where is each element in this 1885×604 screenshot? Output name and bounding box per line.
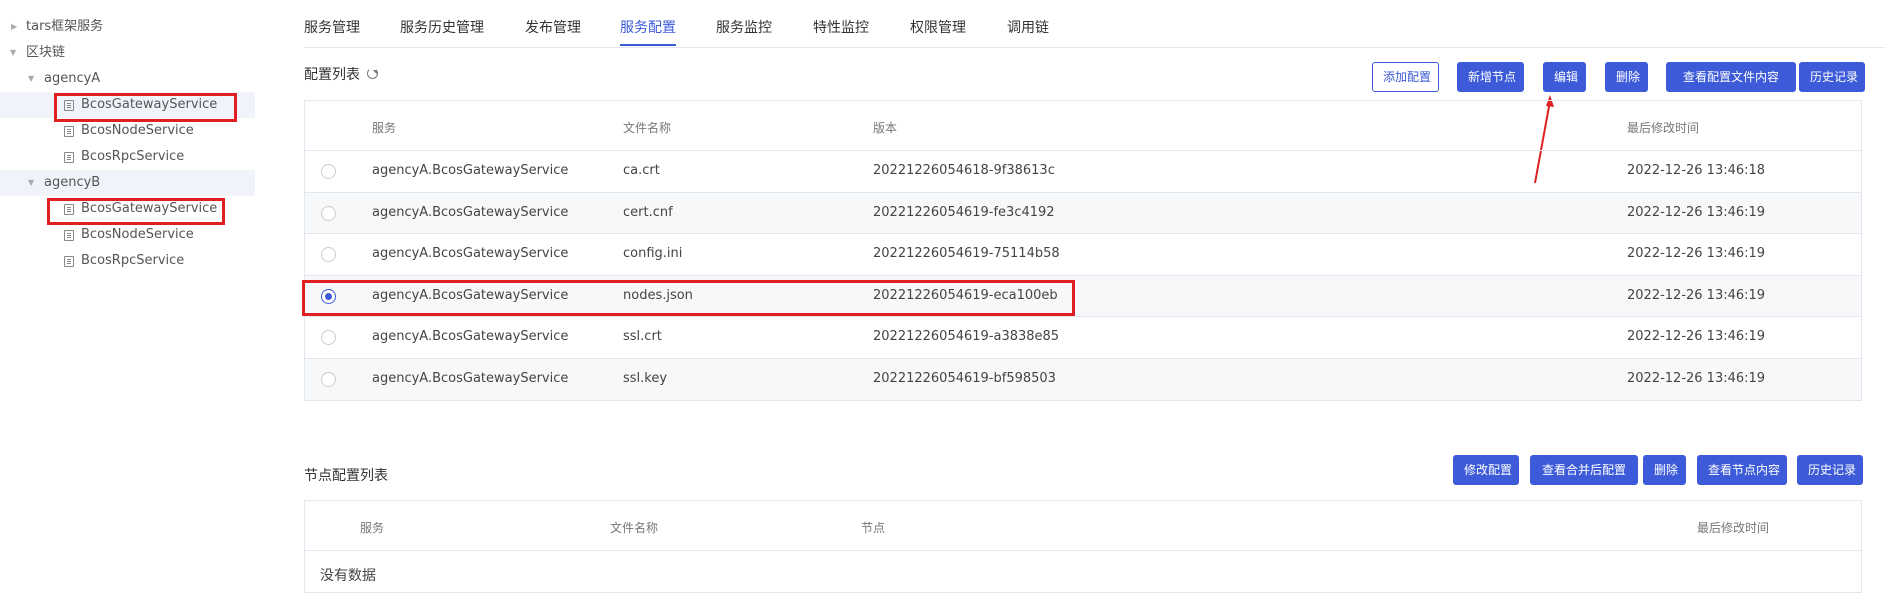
refresh-icon[interactable]: [367, 68, 378, 79]
tree-node-agencyB[interactable]: ▼ agencyB: [0, 170, 255, 196]
table-row[interactable]: agencyA.BcosGatewayService ssl.crt 2022122…: [305, 317, 1861, 359]
tree-leaf-agencyB-rpc[interactable]: BcosRpcService: [0, 248, 255, 274]
cell-service: agencyA.BcosGatewayService: [372, 163, 569, 178]
table-row[interactable]: agencyA.BcosGatewayService ca.crt 20221226…: [305, 151, 1861, 193]
cell-modified: 2022-12-26 13:46:19: [1627, 287, 1766, 303]
highlight-box: [47, 198, 225, 225]
cell-service: agencyA.BcosGatewayService: [372, 204, 569, 220]
tab-release-management[interactable]: 发布管理: [525, 17, 581, 37]
view-config-content-button[interactable]: 查看配置文件内容: [1666, 62, 1796, 92]
column-header-node: 节点: [861, 521, 886, 535]
cell-filename: cert.cnf: [623, 204, 673, 220]
view-merged-config-button[interactable]: 查看合并后配置: [1530, 455, 1638, 485]
file-icon: [64, 152, 74, 163]
highlight-box: [54, 93, 237, 122]
delete-button[interactable]: 删除: [1605, 62, 1648, 92]
cell-version: 20221226054619-bf598503: [873, 370, 1056, 386]
caret-down-icon: ▼: [28, 178, 35, 187]
caret-down-icon: ▼: [28, 74, 35, 83]
file-icon: [64, 126, 74, 137]
column-header-modified: 最后修改时间: [1627, 121, 1700, 135]
tab-service-history[interactable]: 服务历史管理: [400, 17, 484, 37]
cell-filename: config.ini: [623, 246, 683, 261]
caret-right-icon: ▶: [11, 22, 18, 31]
cell-version: 20221226054619-a3838e85: [873, 329, 1060, 344]
cell-service: agencyA.BcosGatewayService: [372, 329, 569, 344]
cell-modified: 2022-12-26 13:46:19: [1627, 204, 1766, 220]
cell-modified: 2022-12-26 13:46:18: [1627, 163, 1766, 178]
caret-down-icon: ▼: [10, 48, 17, 57]
tab-service-monitor[interactable]: 服务监控: [716, 17, 772, 37]
tree-label: 区块链: [26, 45, 66, 60]
view-node-content-button[interactable]: 查看节点内容: [1697, 455, 1787, 485]
empty-row: 没有数据: [305, 551, 1861, 592]
tab-service-management[interactable]: 服务管理: [304, 17, 360, 37]
active-tab-indicator: [620, 44, 676, 46]
tree-label: BcosRpcService: [81, 149, 185, 164]
tab-service-config[interactable]: 服务配置: [620, 17, 676, 37]
history-button[interactable]: 历史记录: [1799, 62, 1865, 92]
tree-label: BcosNodeService: [81, 227, 194, 242]
tab-bar: 服务管理 服务历史管理 发布管理 服务配置 服务监控 特性监控 权限管理 调用链: [304, 0, 1885, 48]
tree-label: BcosRpcService: [81, 253, 185, 268]
highlight-box: [302, 280, 1075, 316]
node-config-list-title: 节点配置列表: [304, 468, 388, 484]
tab-permission-management[interactable]: 权限管理: [910, 17, 966, 37]
file-icon: [64, 256, 74, 267]
config-list-title: 配置列表: [304, 67, 360, 83]
tree-leaf-agencyA-rpc[interactable]: BcosRpcService: [0, 144, 255, 170]
add-config-button[interactable]: 添加配置: [1372, 62, 1439, 92]
tree-node-tars[interactable]: ▶ tars框架服务: [0, 14, 255, 40]
table-header: 服务 文件名称 节点 最后修改时间: [305, 501, 1861, 551]
table-row[interactable]: agencyA.BcosGatewayService cert.cnf 202212…: [305, 192, 1861, 234]
tree-label: agencyB: [44, 175, 101, 190]
cell-filename: ca.crt: [623, 163, 660, 178]
cell-filename: ssl.key: [623, 370, 668, 386]
node-history-button[interactable]: 历史记录: [1797, 455, 1863, 485]
empty-message: 没有数据: [320, 568, 376, 584]
column-header-filename: 文件名称: [623, 121, 672, 135]
add-node-button[interactable]: 新增节点: [1457, 62, 1524, 92]
tab-call-chain[interactable]: 调用链: [1007, 17, 1049, 37]
tree-label: agencyA: [44, 71, 101, 86]
row-radio[interactable]: [321, 164, 336, 179]
cell-service: agencyA.BcosGatewayService: [372, 370, 569, 386]
tree-leaf-agencyB-node[interactable]: BcosNodeService: [0, 222, 255, 248]
service-tree: ▶ tars框架服务 ▼ 区块链 ▼ agencyA BcosGatewaySe…: [0, 14, 255, 274]
cell-version: 20221226054618-9f38613c: [873, 163, 1055, 178]
column-header-modified: 最后修改时间: [1697, 521, 1770, 535]
row-radio[interactable]: [321, 371, 336, 387]
table-row[interactable]: agencyA.BcosGatewayService config.ini 2022…: [305, 234, 1861, 276]
delete-node-config-button[interactable]: 删除: [1643, 455, 1686, 485]
config-table: 服务 文件名称 版本 最后修改时间 agencyA.BcosGatewaySer…: [304, 100, 1862, 401]
tab-feature-monitor[interactable]: 特性监控: [813, 17, 869, 37]
cell-modified: 2022-12-26 13:46:19: [1627, 370, 1766, 386]
row-radio[interactable]: [321, 330, 336, 345]
cell-modified: 2022-12-26 13:46:19: [1627, 329, 1766, 344]
tree-node-blockchain[interactable]: ▼ 区块链: [0, 40, 255, 66]
row-radio[interactable]: [321, 205, 336, 221]
edit-button[interactable]: 编辑: [1543, 62, 1586, 92]
column-header-filename: 文件名称: [610, 521, 659, 535]
cell-version: 20221226054619-fe3c4192: [873, 204, 1055, 220]
modify-config-button[interactable]: 修改配置: [1453, 455, 1519, 485]
table-header: 服务 文件名称 版本 最后修改时间: [305, 101, 1861, 151]
row-radio[interactable]: [321, 247, 336, 262]
column-header-service: 服务: [360, 521, 385, 535]
cell-filename: ssl.crt: [623, 329, 662, 344]
cell-version: 20221226054619-75114b58: [873, 246, 1060, 261]
table-row[interactable]: agencyA.BcosGatewayService ssl.key 2022122…: [305, 358, 1861, 400]
file-icon: [64, 230, 74, 241]
column-header-version: 版本: [873, 121, 898, 135]
tree-node-agencyA[interactable]: ▼ agencyA: [0, 66, 255, 92]
cell-modified: 2022-12-26 13:46:19: [1627, 246, 1766, 261]
tree-label: tars框架服务: [26, 19, 104, 34]
cell-service: agencyA.BcosGatewayService: [372, 246, 569, 261]
node-config-table: 服务 文件名称 节点 最后修改时间 没有数据: [304, 500, 1862, 593]
column-header-service: 服务: [372, 121, 397, 135]
